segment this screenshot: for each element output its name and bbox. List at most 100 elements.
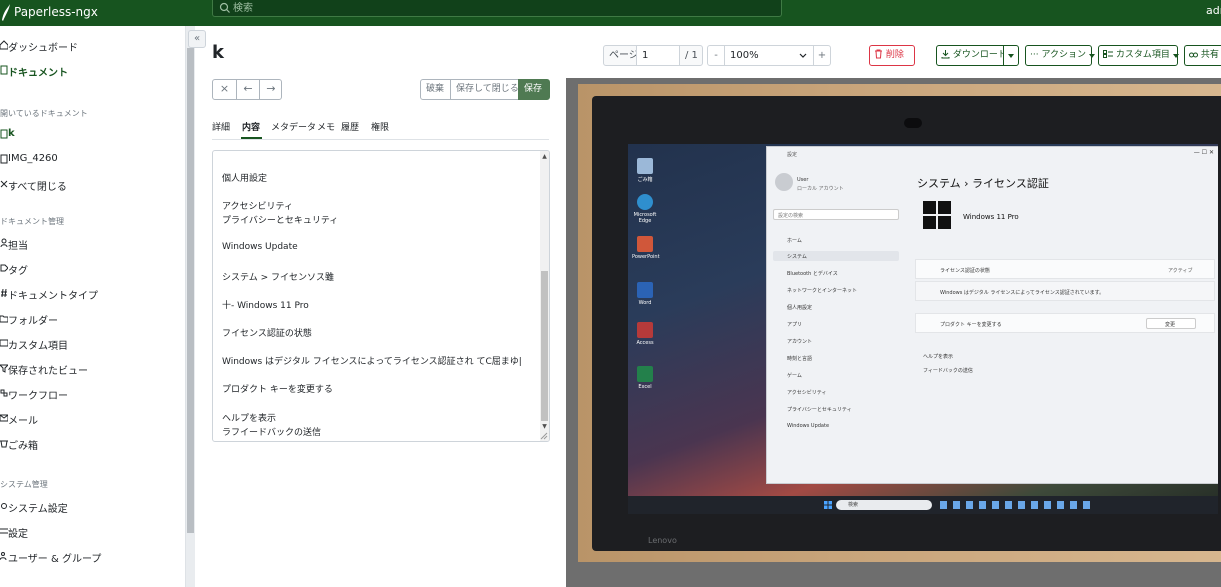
- page-label: ページ: [603, 45, 639, 66]
- file-icon: [0, 154, 8, 164]
- download-dropdown-toggle[interactable]: [1003, 45, 1019, 66]
- settings-nav-item: アカウント: [787, 339, 813, 345]
- content-line: プライバシーとセキュリティ: [222, 216, 339, 226]
- zoom-in-button[interactable]: +: [813, 45, 831, 66]
- settings-search-placeholder: 設定の検索: [778, 213, 804, 219]
- user-menu[interactable]: admin: [1206, 4, 1221, 17]
- sidebar-item-custom-fields[interactable]: カスタム項目: [0, 334, 185, 354]
- sidebar-item-system-settings[interactable]: システム設定: [0, 497, 185, 517]
- funnel-icon: [0, 364, 8, 373]
- next-document-button[interactable]: →: [259, 80, 282, 99]
- open-documents-heading: 開いているドキュメント: [0, 109, 88, 118]
- settings-feedback-link: フィードバックの送信: [923, 368, 973, 374]
- discard-button[interactable]: 破棄: [420, 79, 451, 100]
- trash-icon: [0, 440, 8, 448]
- share-label: 共有: [1200, 50, 1219, 60]
- preview-photo: ごみ箱 Microsoft Edge PowerPoint Word Acces…: [578, 84, 1221, 562]
- save-button[interactable]: 保存: [518, 79, 550, 100]
- sidebar-item-mail[interactable]: メール: [0, 409, 185, 429]
- sidebar-item-label: フォルダー: [8, 316, 58, 327]
- app-brand[interactable]: Paperless-ngx: [14, 5, 98, 19]
- content-line-clipped: · · · · · · · · · · · · · · ·: [222, 150, 305, 156]
- sidebar-item-label: ドキュメントタイプ: [8, 291, 98, 302]
- sidebar-item-dashboard[interactable]: ダッシュボード: [0, 36, 185, 56]
- tab-permissions[interactable]: 権限: [371, 120, 389, 133]
- settings-nav-item: Windows Update: [787, 423, 830, 429]
- tab-details[interactable]: 詳細: [212, 120, 230, 133]
- sidebar-item-label: ごみ箱: [8, 441, 38, 452]
- desktop-icon-excel: Excel: [632, 366, 658, 390]
- sidebar-scrollbar-thumb[interactable]: [187, 48, 194, 533]
- save-close-button[interactable]: 保存して閉じる: [450, 79, 519, 100]
- sidebar-item-label: タグ: [8, 266, 28, 277]
- taskbar-search: 検索: [836, 500, 932, 510]
- sidebar-item-correspondents[interactable]: 担当: [0, 234, 185, 254]
- download-button[interactable]: ダウンロード: [936, 45, 1007, 66]
- content-scrollbar-thumb[interactable]: [541, 271, 548, 421]
- close-document-button[interactable]: ×: [213, 80, 236, 99]
- file-icon: [0, 129, 8, 139]
- tab-history[interactable]: 履歴: [341, 120, 359, 133]
- content-line: Windows Update: [222, 242, 298, 252]
- desktop-icon-label: PowerPoint: [632, 254, 660, 260]
- page-input[interactable]: 1: [636, 45, 680, 66]
- zoom-select[interactable]: 100%: [724, 45, 814, 66]
- ui-radios-icon: [1103, 50, 1113, 58]
- sidebar-item-open-k[interactable]: k: [0, 125, 185, 145]
- share-button[interactable]: 共有: [1184, 45, 1221, 66]
- sidebar-item-trash[interactable]: ごみ箱: [0, 434, 185, 454]
- sidebar-item-saved-views[interactable]: 保存されたビュー: [0, 359, 185, 379]
- actions-dropdown[interactable]: ··· アクション: [1025, 45, 1095, 66]
- taskbar-app-icons: [940, 501, 1090, 509]
- sidebar-item-close-all[interactable]: すべて閉じる: [0, 175, 185, 195]
- document-nav-group: × ← →: [212, 79, 282, 100]
- content-line: システム > フイセンソス雖: [222, 273, 334, 283]
- admin-heading: システム管理: [0, 480, 48, 489]
- sidebar-item-tags[interactable]: タグ: [0, 259, 185, 279]
- delete-button[interactable]: 削除: [869, 45, 915, 66]
- content-line: ヘルプを表示: [222, 414, 277, 424]
- tab-content[interactable]: 内容: [242, 120, 260, 133]
- settings-nav-item: システム: [787, 254, 807, 260]
- sidebar-item-document-types[interactable]: ドキュメントタイプ: [0, 284, 185, 304]
- chevron-double-left-icon: «: [193, 33, 201, 44]
- desktop-icon-label: Microsoft Edge: [633, 212, 657, 224]
- tab-notes[interactable]: メモ: [317, 120, 335, 133]
- zoom-out-button[interactable]: -: [707, 45, 725, 66]
- settings-window: 設定 — ☐ ✕ User ローカル アカウント 設定の検索 ホーム システム …: [766, 146, 1218, 484]
- scroll-up-arrow-icon[interactable]: ▲: [541, 153, 548, 160]
- sidebar-item-label: IMG_4260: [8, 153, 58, 164]
- sidebar: ダッシュボード ドキュメント 開いているドキュメント k IMG_4260 すべ…: [0, 26, 186, 587]
- sidebar-item-workflows[interactable]: ワークフロー: [0, 384, 185, 404]
- webcam: [904, 118, 922, 128]
- sidebar-item-documents[interactable]: ドキュメント: [0, 61, 185, 81]
- search-input[interactable]: [233, 1, 773, 15]
- content-textarea[interactable]: · · · · · · · · · · · · · · · 個人用設定 アクセシ…: [212, 150, 550, 442]
- global-search[interactable]: [212, 0, 782, 17]
- change-key-row: プロダクト キーを変更する 変更: [915, 313, 1215, 333]
- change-key-button-label: 変更: [1165, 322, 1176, 328]
- sidebar-item-settings[interactable]: 設定: [0, 522, 185, 542]
- sidebar-item-open-img4260[interactable]: IMG_4260: [0, 150, 185, 170]
- tab-metadata[interactable]: メタデータ: [271, 120, 316, 133]
- sidebar-item-users-groups[interactable]: ユーザー & グループ: [0, 547, 185, 567]
- desktop-icon-word: Word: [632, 282, 658, 306]
- desktop-icon-label: ごみ箱: [637, 177, 653, 183]
- sidebar-item-folders[interactable]: フォルダー: [0, 309, 185, 329]
- sidebar-item-label: ユーザー & グループ: [8, 554, 102, 565]
- sidebar-item-label: ドキュメント: [8, 68, 68, 79]
- scroll-down-arrow-icon[interactable]: ▼: [541, 423, 548, 430]
- paperless-logo-icon[interactable]: [0, 0, 12, 26]
- detail-tabs: 詳細 内容 メタデータ メモ 履歴 権限: [212, 110, 549, 140]
- sidebar-item-label: メール: [8, 416, 38, 427]
- resize-handle-icon[interactable]: [540, 432, 548, 440]
- settings-nav-item: ネットワークとインターネット: [787, 288, 858, 294]
- custom-fields-dropdown[interactable]: カスタム項目: [1098, 45, 1179, 66]
- file-icon: [0, 65, 8, 75]
- sidebar-collapse-button[interactable]: «: [188, 30, 206, 48]
- person-icon: [0, 238, 8, 248]
- previous-document-button[interactable]: ←: [236, 80, 259, 99]
- download-label: ダウンロード: [952, 50, 1007, 60]
- content-line: アクセシビリティ: [222, 202, 294, 212]
- custom-fields-label: カスタム項目: [1115, 50, 1170, 60]
